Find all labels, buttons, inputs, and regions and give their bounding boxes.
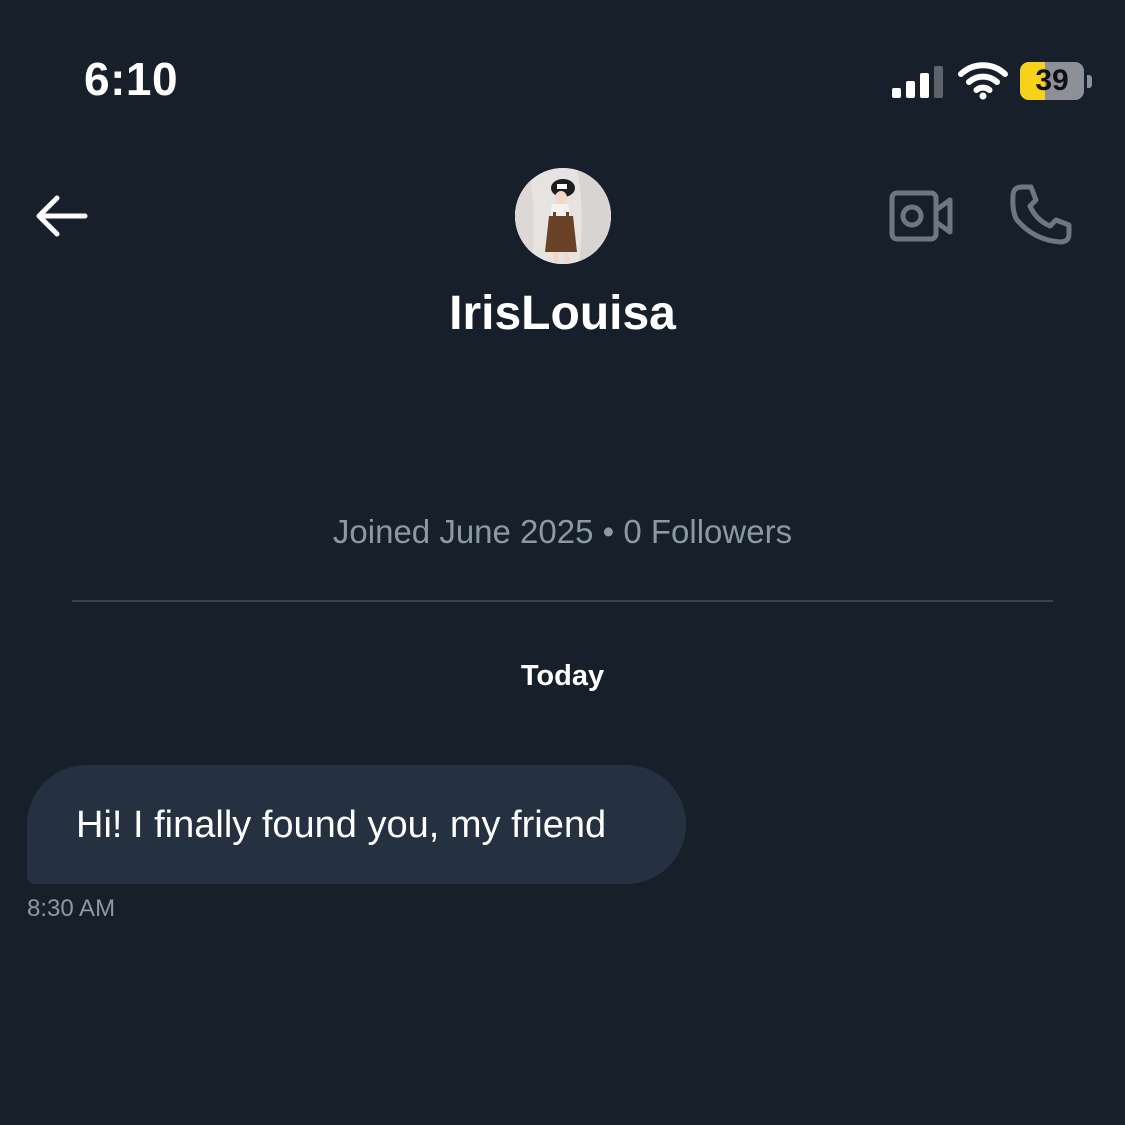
back-button[interactable]	[28, 186, 94, 246]
message-timestamp: 8:30 AM	[27, 895, 116, 922]
battery-tip	[1087, 75, 1092, 88]
battery-icon: 39	[1020, 62, 1094, 102]
status-bar: 6:10 39	[0, 0, 1125, 150]
voice-call-button[interactable]	[1004, 178, 1080, 254]
arrow-left-icon	[36, 195, 88, 237]
status-time: 6:10	[84, 53, 179, 105]
video-call-button[interactable]	[884, 184, 960, 248]
battery-level-text: 39	[1035, 64, 1069, 97]
avatar[interactable]	[515, 168, 611, 264]
avatar-photo	[515, 168, 611, 264]
phone-icon	[1010, 184, 1072, 245]
profile-meta: Joined June 2025 • 0 Followers	[332, 513, 793, 550]
cellular-signal-icon	[892, 66, 943, 98]
profile-name[interactable]: IrisLouisa	[0, 286, 1125, 342]
date-label: Today	[520, 660, 605, 692]
message-bubble[interactable]: Hi! I finally found you, my friend	[27, 765, 686, 884]
message-text: Hi! I finally found you, my friend	[76, 803, 607, 846]
video-camera-icon	[889, 190, 953, 242]
wifi-icon	[958, 62, 1008, 100]
battery-body: 39	[1020, 62, 1084, 100]
divider	[72, 600, 1053, 602]
